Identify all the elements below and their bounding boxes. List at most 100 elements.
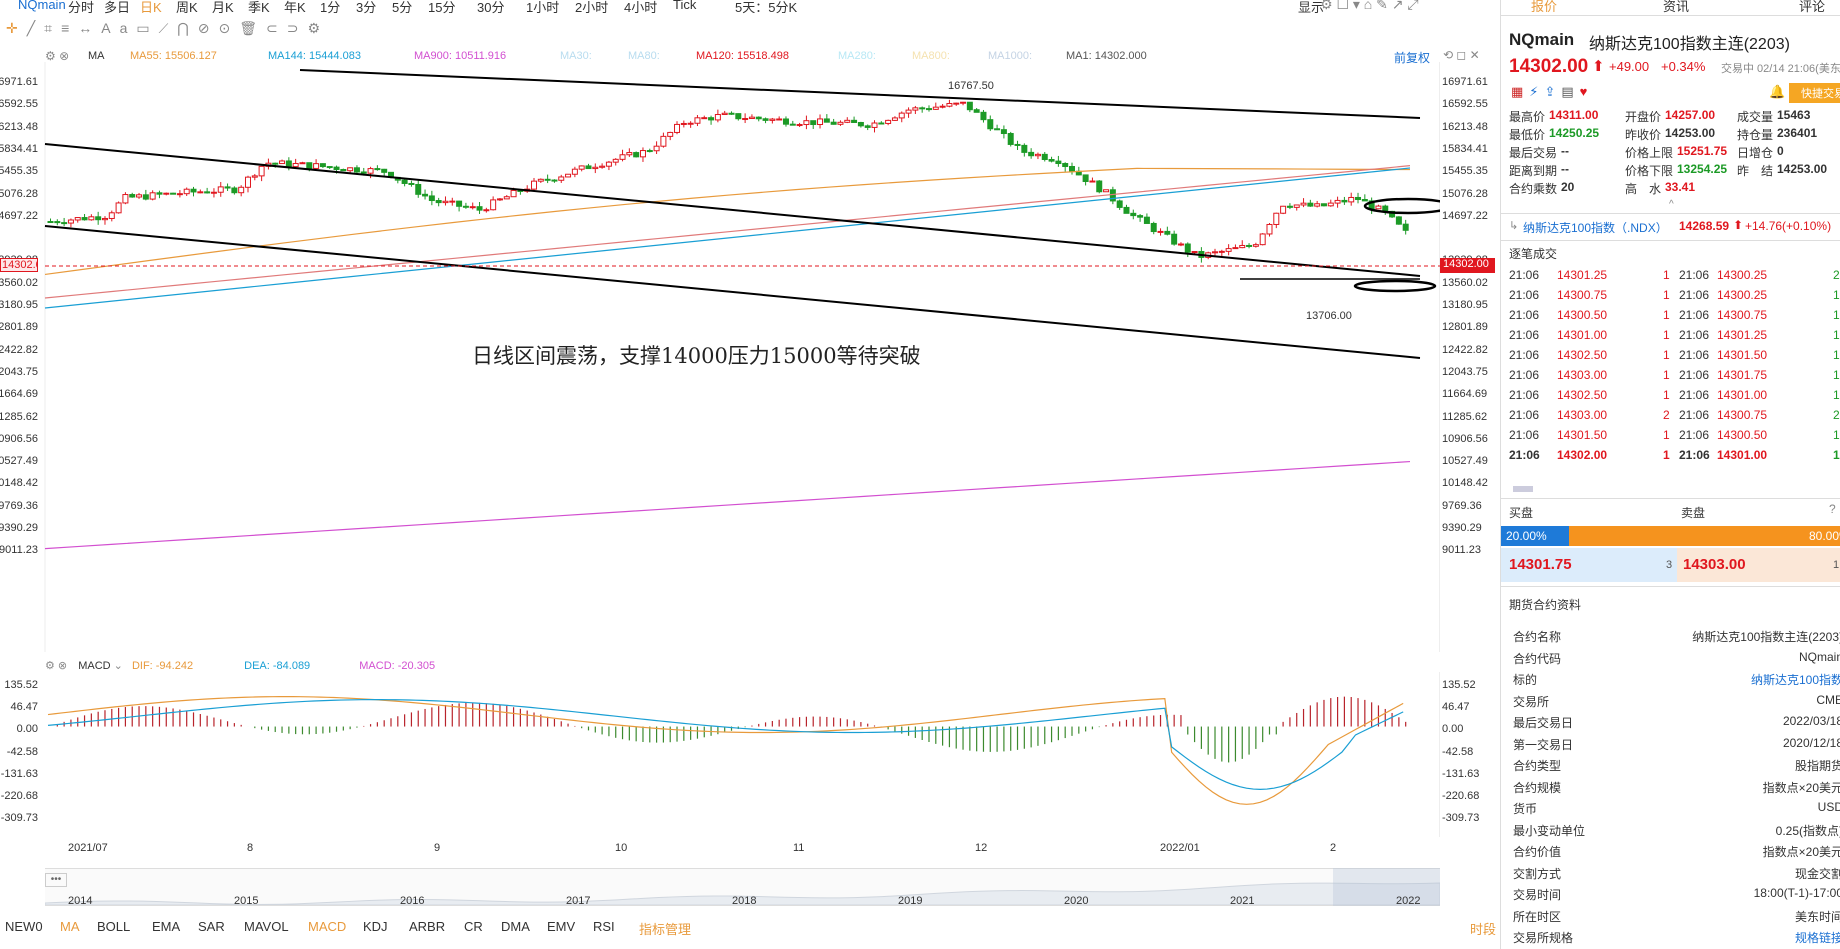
ask-price: 14303.00 [1683, 556, 1746, 573]
indicator-12[interactable]: RSI [593, 919, 615, 934]
link-icon[interactable]: ⊂⊃ [266, 20, 307, 36]
period-3[interactable]: 周K [176, 0, 198, 16]
info-value[interactable]: 纳斯达克100指数 [1751, 671, 1840, 688]
period-15[interactable]: Tick [673, 0, 696, 12]
gear-icon[interactable]: ⚙ [307, 20, 329, 36]
chevron-up-icon[interactable]: ^ [1669, 199, 1674, 210]
panel-tab-2[interactable]: 评论 [1799, 0, 1825, 15]
heart-icon[interactable]: ♥ [1580, 84, 1594, 99]
period-6[interactable]: 年K [284, 0, 306, 16]
indicator-8[interactable]: ARBR [409, 919, 445, 934]
period-4[interactable]: 月K [212, 0, 234, 16]
info-label: 交易所规格 [1513, 931, 1574, 945]
trash-icon[interactable]: 🗑 [239, 20, 266, 36]
symbol-label[interactable]: NQmain [18, 0, 66, 12]
gear-icon[interactable]: ⚙ ⊗ [45, 49, 69, 63]
bell-icon[interactable]: 🔔 [1769, 84, 1785, 100]
tick-cell: 1 [1833, 388, 1840, 402]
period-10[interactable]: 15分 [428, 0, 455, 16]
period-8[interactable]: 3分 [356, 0, 376, 16]
ma-legend-item[interactable]: MA144: 15444.083 [268, 50, 361, 62]
indicator-10[interactable]: DMA [501, 919, 530, 934]
ma-legend-item[interactable]: MA1: 14302.000 [1066, 50, 1147, 62]
flag-icons[interactable]: ▦⚡⇪▤♥ [1511, 84, 1593, 100]
period-16[interactable]: 5天：5分K [735, 0, 797, 16]
quote-panel: 报价 资讯 评论 NQmain 纳斯达克100指数主连(2203) 14302.00… [1500, 0, 1840, 949]
period-5[interactable]: 季K [248, 0, 270, 16]
price-tick: 12801.89 [1442, 321, 1488, 334]
price-tick-left: 10148.42 [0, 477, 38, 490]
quote-value: -- [1561, 144, 1569, 158]
channel-tool-icon[interactable]: ⌗ [44, 20, 61, 36]
indicator-7[interactable]: KDJ [363, 919, 388, 934]
tick-cell: 14300.75 [1717, 408, 1768, 422]
quick-trade-button[interactable]: 快捷交易 [1789, 83, 1840, 103]
indicator-0[interactable]: NEW0 [5, 919, 43, 934]
macd-label[interactable]: MACD [78, 660, 110, 672]
indicator-5[interactable]: MAVOL [244, 919, 289, 934]
quote-value: 14250.25 [1549, 126, 1600, 140]
ma-legend-item[interactable]: MA280: [838, 50, 876, 62]
period-2[interactable]: 日K [140, 0, 162, 16]
period-1[interactable]: 多日 [104, 0, 130, 16]
indicator-11[interactable]: EMV [547, 919, 575, 934]
period-14[interactable]: 4小时 [624, 0, 657, 16]
lock-tool-icon[interactable]: ⊘ [198, 20, 219, 36]
indicator-6[interactable]: MACD [308, 919, 346, 934]
period-13[interactable]: 2小时 [575, 0, 608, 16]
time-tick: 8 [247, 842, 254, 854]
panel-tab-1[interactable]: 资讯 [1663, 0, 1689, 15]
tick-cell: 1 [1833, 308, 1840, 322]
high-label: 16767.50 [948, 80, 994, 92]
overview-selection[interactable] [1333, 868, 1440, 906]
lightning-icon[interactable]: ⚡ [1529, 84, 1544, 99]
indicator-4[interactable]: SAR [198, 919, 225, 934]
gear-icon[interactable]: ⚙ ⊗ [45, 660, 67, 672]
period-0[interactable]: 分时 [68, 0, 94, 16]
crosshair-icon[interactable]: ✛ [6, 20, 27, 36]
period-7[interactable]: 1分 [320, 0, 340, 16]
panel-tab-0[interactable]: 报价 [1531, 0, 1557, 15]
indicator-13[interactable]: 指标管理 [639, 919, 691, 938]
current-price-tag-left: 14302.00 [0, 258, 38, 272]
price-tick-left: 11285.62 [0, 410, 38, 423]
ma-legend-item[interactable]: MA1000: [988, 50, 1032, 62]
ma-legend-item[interactable]: MA120: 15518.498 [696, 50, 789, 62]
drawing-toolbar: ✛╱⌗≡↔Aa▭⟋⋂⊘⊙🗑⊂⊃⚙ [6, 20, 329, 37]
info-value[interactable]: 规格链接 [1795, 929, 1840, 946]
ma-label[interactable]: MA [88, 50, 105, 62]
ma-legend-item[interactable]: MA30: [560, 50, 592, 62]
arrow-tool-icon[interactable]: ↔ [78, 20, 101, 36]
indicator-9[interactable]: CR [464, 919, 483, 934]
scroll-handle[interactable] [1513, 486, 1533, 492]
indicator-2[interactable]: BOLL [97, 919, 130, 934]
price-tick: 9390.29 [1442, 522, 1482, 534]
ma-legend-item[interactable]: MA900: 10511.916 [414, 50, 506, 62]
indicator-1[interactable]: MA [60, 919, 80, 934]
period-9[interactable]: 5分 [392, 0, 412, 16]
ma-legend-item[interactable]: MA55: 15506.127 [130, 50, 217, 62]
text-tool-icon[interactable]: Aa [101, 20, 136, 36]
price-tick: 12422.82 [1442, 343, 1488, 356]
magnet-tool-icon[interactable]: ⋂ [177, 20, 197, 36]
macd-chart[interactable] [0, 672, 1440, 852]
chevron-down-icon[interactable]: ⌄ [114, 660, 123, 672]
ma-legend-item[interactable]: MA800: [912, 50, 950, 62]
fib-tool-icon[interactable]: ≡ [61, 20, 78, 36]
eye-tool-icon[interactable]: ⊙ [218, 20, 239, 36]
indicator-3[interactable]: EMA [152, 919, 180, 934]
timeshare-button[interactable]: 时段 [1470, 919, 1496, 938]
share-icon[interactable]: ⇪ [1544, 84, 1561, 99]
window-controls[interactable]: ⟲ ◻ ✕ [1443, 48, 1480, 62]
comment-tool-icon[interactable]: ▭ [136, 20, 158, 36]
line-tool-icon[interactable]: ╱ [27, 20, 44, 36]
help-icon[interactable]: ? [1829, 502, 1836, 516]
more-button[interactable]: ••• [45, 873, 67, 887]
ma-legend-item[interactable]: MA80: [628, 50, 660, 62]
index-name[interactable]: 纳斯达克100指数（.NDX） [1523, 219, 1668, 236]
period-12[interactable]: 1小时 [526, 0, 559, 16]
doc-icon[interactable]: ▤ [1561, 84, 1579, 99]
period-11[interactable]: 30分 [477, 0, 504, 16]
ruler-tool-icon[interactable]: ⟋ [159, 20, 178, 36]
settings-icons[interactable]: ⚙ ☐ ▾ ⌂ ✎ ↗ ⤢ [1320, 0, 1419, 13]
